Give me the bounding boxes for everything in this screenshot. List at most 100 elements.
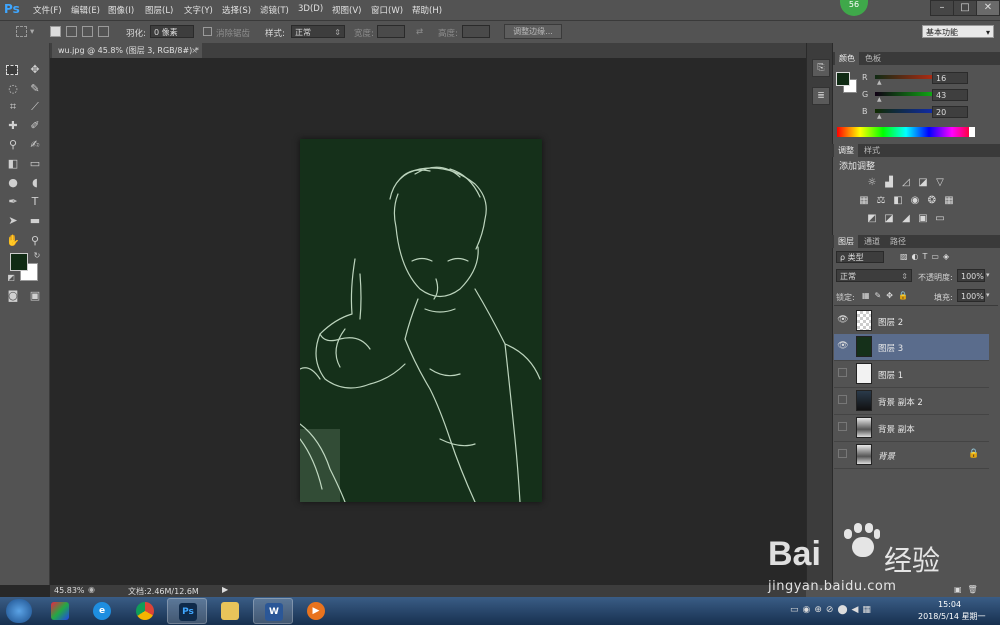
system-tray-icons[interactable]: ▭◉⊕⊘⬤◀▦ <box>790 605 875 615</box>
slider-thumb-icon[interactable]: ▲ <box>877 79 882 86</box>
clone-stamp-icon[interactable]: ⚲ <box>6 138 20 152</box>
blue-value-input[interactable]: 20 <box>932 106 968 118</box>
menu-help[interactable]: 帮助(H) <box>412 4 442 16</box>
hand-tool-icon[interactable]: ✋ <box>6 234 20 248</box>
taskbar-app-ie[interactable]: e <box>82 598 122 624</box>
spot-healing-icon[interactable]: ✚ <box>6 119 20 133</box>
new-selection-icon[interactable] <box>50 26 61 37</box>
tab-swatches[interactable]: 色板 <box>861 52 885 65</box>
visibility-toggle[interactable] <box>838 368 847 377</box>
layer-row-selected[interactable]: 👁 图层 3 <box>834 334 989 361</box>
exposure-icon[interactable]: ◪ <box>917 177 929 188</box>
refine-edge-button[interactable]: 调整边缘... <box>504 24 562 39</box>
rectangle-tool-icon[interactable]: ▬ <box>28 214 42 228</box>
tab-paths[interactable]: 路径 <box>886 235 910 248</box>
lock-options-icons[interactable]: ▦✎✥🔒 <box>862 291 913 300</box>
layer-filter-select[interactable]: ρ 类型 <box>836 251 884 263</box>
layer-row[interactable]: 背景 副本 <box>834 415 989 442</box>
history-panel-icon[interactable]: ⎘ <box>812 59 830 77</box>
subtract-selection-icon[interactable] <box>82 26 93 37</box>
fill-input[interactable]: 100% <box>957 289 985 302</box>
pen-tool-icon[interactable]: ✒ <box>6 195 20 209</box>
layer-row[interactable]: 图层 1 <box>834 361 989 388</box>
vibrance-icon[interactable]: ▽ <box>934 177 946 188</box>
foreground-color-swatch[interactable] <box>10 253 28 271</box>
document-tab[interactable]: wu.jpg @ 45.8% (图层 3, RGB/8#) * × <box>52 43 202 58</box>
preset-dropdown-icon[interactable]: ▾ <box>30 27 34 37</box>
swap-colors-icon[interactable]: ↻ <box>30 249 44 263</box>
tab-channels[interactable]: 通道 <box>860 235 884 248</box>
taskbar-app-word[interactable]: W <box>253 598 293 624</box>
close-button[interactable]: ✕ <box>976 0 1000 16</box>
marquee-preset-icon[interactable] <box>16 26 27 37</box>
red-value-input[interactable]: 16 <box>932 72 968 84</box>
path-selection-icon[interactable]: ➤ <box>6 214 20 228</box>
taskbar-app-media[interactable]: ▶ <box>296 598 336 624</box>
black-white-icon[interactable]: ◧ <box>892 195 904 206</box>
tab-styles[interactable]: 样式 <box>860 144 884 157</box>
slider-thumb-icon[interactable]: ▲ <box>877 113 882 120</box>
lasso-tool-icon[interactable]: ◌ <box>6 82 20 96</box>
swap-dimensions-icon[interactable]: ⇄ <box>416 27 423 37</box>
threshold-icon[interactable]: ◢ <box>900 213 912 224</box>
document-canvas[interactable] <box>300 139 542 502</box>
layer-row[interactable]: 背景 副本 2 <box>834 388 989 415</box>
minimize-button[interactable]: – <box>930 0 954 16</box>
menu-select[interactable]: 选择(S) <box>222 4 251 16</box>
gradient-tool-icon[interactable]: ▭ <box>28 157 42 171</box>
height-input[interactable] <box>462 25 490 38</box>
close-tab-icon[interactable]: × <box>191 43 198 58</box>
color-balance-icon[interactable]: ⚖ <box>875 195 887 206</box>
default-colors-icon[interactable]: ◩ <box>4 271 18 285</box>
status-menu-icon[interactable]: ◉ <box>88 585 95 594</box>
add-selection-icon[interactable] <box>66 26 77 37</box>
blur-tool-icon[interactable]: ● <box>6 176 20 190</box>
layer-filter-icons[interactable]: ▨◐T▭◈ <box>900 252 953 261</box>
hue-saturation-icon[interactable]: ▦ <box>858 195 870 206</box>
visibility-eye-icon[interactable]: 👁 <box>837 314 849 326</box>
layer-row[interactable]: 👁 图层 2 <box>834 308 989 335</box>
type-tool-icon[interactable]: T <box>28 195 42 209</box>
layer-row[interactable]: 背景 🔒 <box>834 442 989 469</box>
brush-tool-icon[interactable]: ✐ <box>28 119 42 133</box>
posterize-icon[interactable]: ◪ <box>883 213 895 224</box>
zoom-tool-icon[interactable]: ⚲ <box>28 234 42 248</box>
slider-thumb-icon[interactable]: ▲ <box>877 96 882 103</box>
invert-icon[interactable]: ◩ <box>866 213 878 224</box>
levels-icon[interactable]: ▟ <box>883 177 895 188</box>
windows-start-icon[interactable] <box>6 599 32 623</box>
spectrum-white-swatch[interactable] <box>969 127 975 137</box>
tab-adjustments[interactable]: 调整 <box>834 144 858 157</box>
brightness-icon[interactable]: ☼ <box>866 177 878 188</box>
feather-input[interactable]: 0 像素 <box>150 25 194 38</box>
chevron-down-icon[interactable]: ▾ <box>986 271 990 279</box>
menu-view[interactable]: 视图(V) <box>332 4 361 16</box>
quick-mask-icon[interactable]: ◙ <box>6 289 20 303</box>
eyedropper-icon[interactable]: ⟋ <box>28 100 42 114</box>
menu-file[interactable]: 文件(F) <box>33 4 62 16</box>
history-brush-icon[interactable]: ✍ <box>28 138 42 152</box>
visibility-eye-icon[interactable]: 👁 <box>837 340 849 352</box>
move-tool-icon[interactable]: ✥ <box>28 63 42 77</box>
menu-type[interactable]: 文字(Y) <box>184 4 213 16</box>
quick-selection-icon[interactable]: ✎ <box>28 82 42 96</box>
taskbar-app-windows[interactable] <box>40 598 80 624</box>
selective-color-icon[interactable]: ▣ <box>917 213 929 224</box>
opacity-input[interactable]: 100% <box>957 269 985 282</box>
style-select[interactable]: 正常 ⇕ <box>291 25 345 38</box>
photo-filter-icon[interactable]: ◉ <box>909 195 921 206</box>
tab-color[interactable]: 颜色 <box>835 52 859 65</box>
menu-layer[interactable]: 图层(L) <box>145 4 173 16</box>
taskbar-app-explorer[interactable] <box>210 598 250 624</box>
color-spectrum-ramp[interactable] <box>837 127 975 137</box>
visibility-toggle[interactable] <box>838 395 847 404</box>
menu-filter[interactable]: 滤镜(T) <box>260 4 289 16</box>
blend-mode-select[interactable]: 正常 ⇕ <box>836 269 912 282</box>
screen-mode-icon[interactable]: ▣ <box>28 289 42 303</box>
color-panel-foreground[interactable] <box>836 72 850 86</box>
menu-edit[interactable]: 编辑(E) <box>71 4 100 16</box>
zoom-level[interactable]: 45.83% <box>54 586 85 595</box>
menu-image[interactable]: 图像(I) <box>108 4 134 16</box>
width-input[interactable] <box>377 25 405 38</box>
channel-mixer-icon[interactable]: ❂ <box>926 195 938 206</box>
